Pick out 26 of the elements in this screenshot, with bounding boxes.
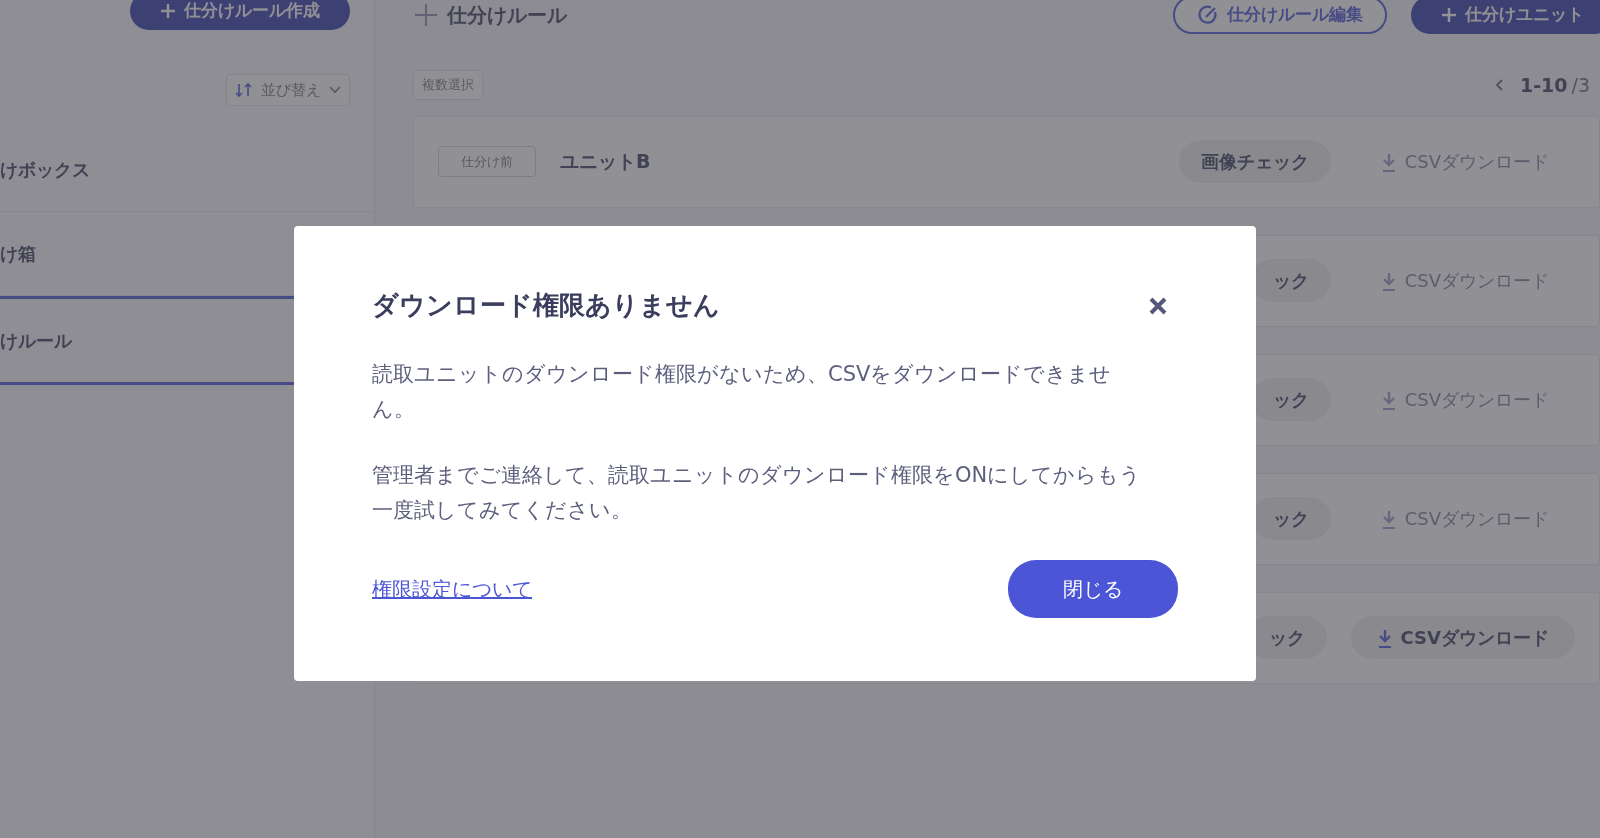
download-icon — [1380, 391, 1397, 411]
caret-icon — [329, 85, 341, 94]
download-icon — [1376, 629, 1393, 649]
edit-icon — [1197, 4, 1219, 27]
permission-settings-link[interactable]: 権限設定について — [372, 573, 532, 604]
edit-rule-button[interactable]: 仕分けルール編集 — [1173, 0, 1387, 34]
download-icon — [1380, 272, 1397, 292]
close-button[interactable]: 閉じる — [1008, 559, 1178, 618]
move-icon — [413, 2, 439, 28]
download-icon — [1380, 510, 1397, 530]
csv-download-button[interactable]: CSVダウンロード — [1350, 616, 1575, 659]
download-icon — [1380, 153, 1397, 173]
page-total: /3 — [1571, 72, 1590, 98]
dialog-message: 管理者までご連絡して、読取ユニットのダウンロード権限をONにしてからもう一度試してみてください。 — [372, 462, 1142, 524]
page-range: 1-10 — [1519, 72, 1568, 98]
page-title: 仕分けルール — [447, 2, 567, 29]
close-icon[interactable] — [1148, 295, 1168, 316]
plus-icon — [1441, 7, 1457, 24]
plus-icon — [160, 3, 176, 19]
sidebar-item[interactable]: けボックス — [0, 128, 374, 212]
dialog-title: ダウンロード権限ありません — [372, 289, 720, 322]
create-rule-button[interactable]: 仕分けルール作成 — [130, 0, 350, 30]
unit-name: ユニットB — [560, 149, 651, 175]
create-unit-button[interactable]: 仕分けユニット — [1411, 0, 1600, 34]
sort-icon — [235, 81, 253, 98]
dialog-message: 読取ユニットのダウンロード権限がないため、CSVをダウンロードできません。 — [372, 361, 1113, 423]
